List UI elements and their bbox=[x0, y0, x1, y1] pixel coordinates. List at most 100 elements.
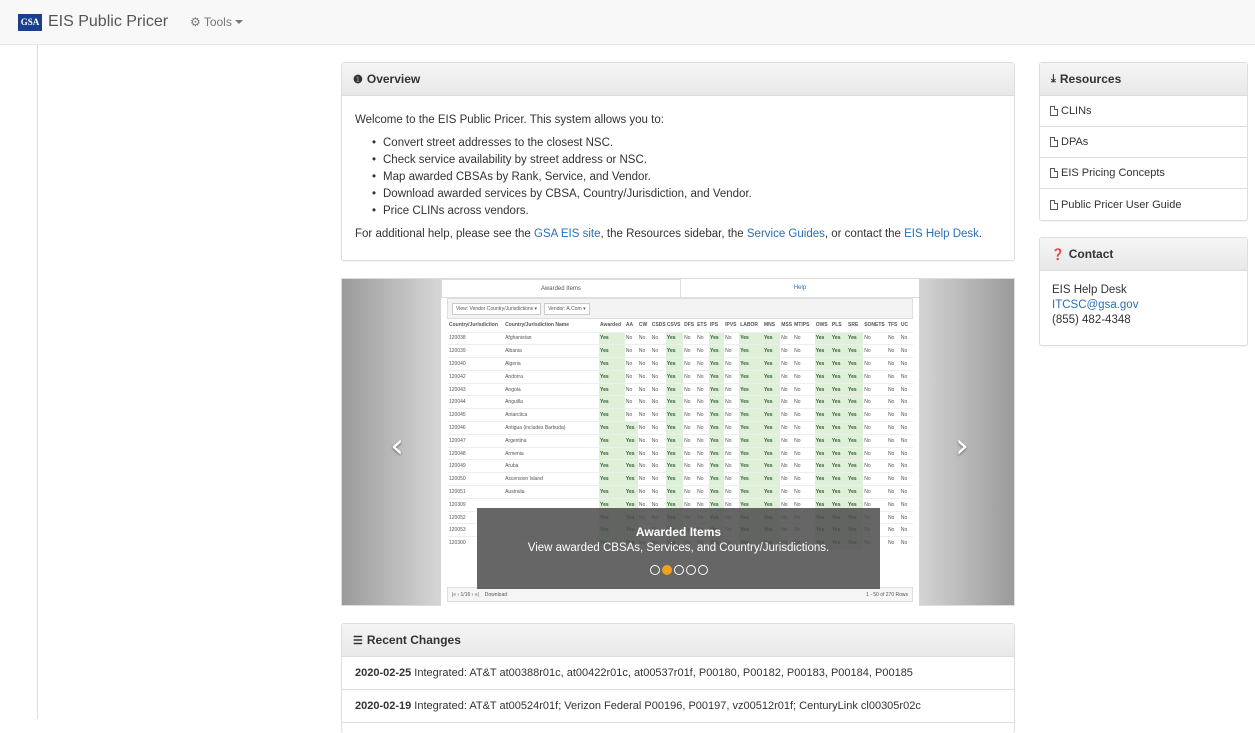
feature-carousel: Awarded Items Help View: Vendor Country/… bbox=[341, 278, 1015, 607]
table-cell: 120042 bbox=[448, 369, 505, 384]
table-cell: Yes bbox=[599, 382, 625, 396]
table-cell: Yes bbox=[830, 395, 848, 409]
carousel-indicator-3[interactable] bbox=[673, 565, 684, 575]
table-cell: Yes bbox=[665, 446, 684, 460]
table-cell: Yes bbox=[709, 395, 725, 409]
table-cell: Yes bbox=[599, 357, 625, 371]
table-cell: Yes bbox=[847, 357, 864, 371]
table-cell: Yes bbox=[739, 421, 763, 435]
table-cell: Yes bbox=[624, 433, 638, 448]
slide-download: Download bbox=[484, 591, 508, 598]
table-cell: No bbox=[683, 485, 697, 499]
gsa-eis-site-link[interactable]: GSA EIS site bbox=[534, 228, 600, 240]
table-row: 120040 Algeria Yes No No No Yes No No Yes No Yes Yes… bbox=[448, 357, 913, 371]
table-cell: No bbox=[696, 446, 710, 460]
table-cell: Yes bbox=[665, 472, 684, 486]
resource-link-dpas[interactable]: DPAs bbox=[1040, 127, 1247, 158]
table-cell: No bbox=[886, 459, 900, 473]
table-column-header: AA bbox=[625, 322, 634, 329]
info-icon: ❶ bbox=[353, 73, 363, 86]
table-cell: No bbox=[780, 357, 794, 371]
table-cell: No bbox=[793, 357, 815, 371]
resource-link-pricing-concepts[interactable]: EIS Pricing Concepts bbox=[1040, 158, 1247, 189]
table-cell: No bbox=[724, 459, 740, 473]
navbar: GSA EIS Public Pricer ⚙ Tools bbox=[0, 0, 1255, 45]
table-cell: No bbox=[863, 408, 887, 422]
table-cell: Armenia bbox=[504, 446, 600, 460]
table-cell: Yes bbox=[830, 459, 848, 473]
table-cell: No bbox=[724, 485, 740, 499]
table-cell: No bbox=[637, 485, 651, 499]
table-cell: No bbox=[899, 523, 913, 537]
table-cell: Yes bbox=[814, 408, 831, 422]
table-cell: No bbox=[683, 344, 697, 358]
table-cell: 120038 bbox=[448, 331, 505, 345]
carousel-indicator-5[interactable] bbox=[697, 565, 708, 575]
tools-menu[interactable]: ⚙ Tools bbox=[190, 15, 243, 29]
table-cell: Yes bbox=[665, 459, 684, 473]
table-cell: No bbox=[863, 357, 887, 371]
service-guides-link[interactable]: Service Guides bbox=[747, 228, 825, 240]
table-cell: No bbox=[650, 446, 666, 460]
table-cell: Yes bbox=[762, 459, 781, 473]
table-cell: Yes bbox=[709, 344, 725, 358]
table-cell: Yes bbox=[847, 433, 864, 448]
table-cell: Yes bbox=[762, 357, 781, 371]
table-cell: No bbox=[650, 472, 666, 486]
table-cell: No bbox=[780, 485, 794, 499]
table-cell: No bbox=[624, 382, 638, 396]
contact-email-link[interactable]: ITCSC@gsa.gov bbox=[1052, 299, 1138, 311]
table-cell: No bbox=[724, 446, 740, 460]
table-cell: Yes bbox=[847, 344, 864, 358]
table-cell: No bbox=[899, 485, 913, 499]
change-date: 2020-02-25 bbox=[355, 667, 412, 679]
table-cell: 120043 bbox=[448, 382, 505, 396]
help-text-part: , or contact the bbox=[824, 228, 905, 240]
brand-link[interactable]: GSA EIS Public Pricer bbox=[18, 13, 168, 31]
table-cell: Yes bbox=[665, 485, 684, 499]
table-cell: Yes bbox=[847, 369, 864, 384]
table-cell: Antarctica bbox=[504, 408, 600, 422]
caption-title: Awarded Items bbox=[635, 525, 722, 539]
table-cell: No bbox=[696, 357, 710, 371]
resources-title: Resources bbox=[1059, 72, 1122, 86]
table-cell: No bbox=[863, 395, 887, 409]
table-cell: No bbox=[724, 408, 740, 422]
table-cell: Yes bbox=[665, 344, 684, 358]
table-cell: Yes bbox=[709, 485, 725, 499]
change-item: 2020-02-19 Integrated: AT&T at00524r01f;… bbox=[342, 690, 1014, 723]
table-cell: Yes bbox=[814, 446, 831, 460]
table-column-header: Awarded bbox=[600, 322, 622, 329]
table-column-header: SRE bbox=[848, 322, 859, 329]
table-cell: Yes bbox=[814, 369, 831, 384]
table-cell: Afghanistan bbox=[504, 331, 600, 345]
resource-link-user-guide[interactable]: Public Pricer User Guide bbox=[1040, 189, 1247, 220]
table-cell: Yes bbox=[739, 357, 763, 371]
feature-item: Map awarded CBSAs by Rank, Service, and … bbox=[372, 169, 1001, 186]
table-cell: No bbox=[683, 395, 697, 409]
table-cell: Yes bbox=[739, 382, 763, 396]
resource-link-clins[interactable]: CLINs bbox=[1040, 96, 1247, 127]
table-cell: Yes bbox=[762, 395, 781, 409]
table-cell: Yes bbox=[739, 408, 763, 422]
table-cell: No bbox=[899, 497, 913, 512]
carousel-indicator-1[interactable] bbox=[649, 565, 660, 575]
table-cell: Yes bbox=[814, 459, 831, 473]
carousel-indicator-2[interactable] bbox=[661, 565, 672, 575]
table-cell: Yes bbox=[665, 433, 684, 448]
table-cell: No bbox=[886, 446, 900, 460]
carousel-prev-button[interactable]: ‹ bbox=[385, 429, 409, 463]
contact-panel: ❓ Contact EIS Help Desk ITCSC@gsa.gov (8… bbox=[1039, 237, 1248, 346]
table-cell: No bbox=[696, 395, 710, 409]
feature-list: Convert street addresses to the closest … bbox=[355, 135, 1001, 220]
eis-help-desk-link[interactable]: EIS Help Desk bbox=[904, 228, 979, 240]
table-cell: Yes bbox=[814, 344, 831, 358]
overview-intro: Welcome to the EIS Public Pricer. This s… bbox=[355, 114, 664, 126]
table-cell: Yes bbox=[624, 472, 638, 486]
carousel-next-button[interactable]: › bbox=[950, 429, 974, 463]
table-cell: No bbox=[650, 421, 666, 435]
table-cell: No bbox=[637, 446, 651, 460]
table-cell: No bbox=[780, 433, 794, 448]
carousel-indicator-4[interactable] bbox=[685, 565, 696, 575]
feature-item: Check service availability by street add… bbox=[372, 152, 1001, 169]
